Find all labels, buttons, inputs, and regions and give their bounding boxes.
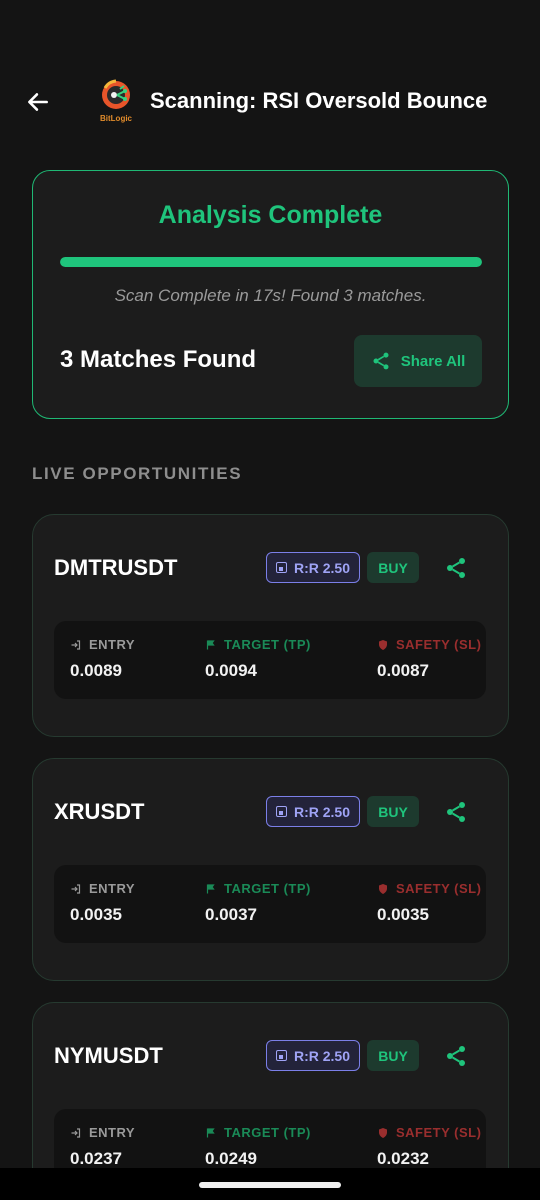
- safety-label: SAFETY (SL): [396, 1125, 482, 1140]
- risk-reward-badge: R:R 2.50: [266, 796, 360, 827]
- price-levels-panel: ENTRY 0.0035 TARGET (TP) 0.0037 SAFETY (…: [54, 865, 486, 943]
- safety-level: SAFETY (SL) 0.0035: [377, 881, 481, 925]
- opportunity-card[interactable]: DMTRUSDT R:R 2.50 BUY ENTRY 0.0089 TARGE…: [32, 514, 509, 737]
- page-title: Scanning: RSI Oversold Bounce: [150, 88, 488, 113]
- logo-text: BitLogic: [100, 114, 132, 123]
- price-levels-panel: ENTRY 0.0089 TARGET (TP) 0.0094 SAFETY (…: [54, 621, 486, 699]
- buy-badge: BUY: [367, 552, 419, 583]
- flag-icon: [206, 883, 215, 893]
- scan-progress-bar: [60, 257, 482, 267]
- scan-result-message: Scan Complete in 17s! Found 3 matches.: [114, 286, 427, 305]
- risk-reward-label: R:R 2.50: [293, 1047, 351, 1064]
- analysis-status-card: Analysis Complete Scan Complete in 17s! …: [32, 170, 509, 419]
- login-icon: [71, 1127, 81, 1138]
- safety-level: SAFETY (SL) 0.0232: [377, 1125, 481, 1169]
- home-indicator[interactable]: [199, 1182, 341, 1188]
- target-level: TARGET (TP) 0.0094: [205, 637, 311, 681]
- target-value: 0.0037: [205, 905, 257, 924]
- target-label: TARGET (TP): [224, 881, 311, 896]
- share-icon: [447, 558, 465, 578]
- target-label: TARGET (TP): [224, 1125, 311, 1140]
- section-heading: LIVE OPPORTUNITIES: [32, 464, 243, 483]
- symbol-name: XRUSDT: [54, 799, 145, 824]
- entry-level: ENTRY 0.0089: [70, 637, 135, 681]
- login-icon: [71, 639, 81, 650]
- risk-reward-label: R:R 2.50: [293, 559, 351, 576]
- safety-value: 0.0087: [377, 661, 429, 680]
- app-screen: BitLogic Scanning: RSI Oversold Bounce A…: [0, 0, 540, 1200]
- status-title: Analysis Complete: [158, 201, 383, 229]
- opportunity-card[interactable]: XRUSDT R:R 2.50 BUY ENTRY 0.0035 TARGET …: [32, 758, 509, 981]
- symbol-name: DMTRUSDT: [54, 555, 178, 580]
- safety-level: SAFETY (SL) 0.0087: [377, 637, 481, 681]
- safety-value: 0.0232: [377, 1149, 429, 1168]
- share-all-label: Share All: [400, 352, 466, 370]
- share-icon: [447, 802, 465, 822]
- buy-badge: BUY: [367, 796, 419, 827]
- matches-count: 3 Matches Found: [60, 346, 257, 373]
- risk-reward-badge: R:R 2.50: [266, 552, 360, 583]
- entry-level: ENTRY 0.0237: [70, 1125, 135, 1169]
- share-all-button[interactable]: Share All: [354, 335, 482, 387]
- target-level: TARGET (TP) 0.0249: [205, 1125, 311, 1169]
- target-value: 0.0249: [205, 1149, 257, 1168]
- login-icon: [71, 883, 81, 894]
- symbol-name: NYMUSDT: [54, 1043, 163, 1068]
- chart-icon: [275, 806, 287, 817]
- entry-label: ENTRY: [89, 1125, 136, 1140]
- flag-icon: [206, 1127, 215, 1137]
- shield-icon: [379, 883, 387, 894]
- entry-value: 0.0237: [70, 1149, 122, 1168]
- chart-icon: [275, 1050, 287, 1061]
- system-navigation-bar: [0, 1168, 540, 1200]
- shield-icon: [379, 639, 387, 650]
- share-button[interactable]: [441, 797, 471, 827]
- target-level: TARGET (TP) 0.0037: [205, 881, 311, 925]
- target-label: TARGET (TP): [224, 637, 311, 652]
- safety-label: SAFETY (SL): [396, 637, 482, 652]
- entry-value: 0.0035: [70, 905, 122, 924]
- risk-reward-label: R:R 2.50: [293, 803, 351, 820]
- share-button[interactable]: [441, 553, 471, 583]
- arrow-left-icon: [28, 93, 48, 111]
- chart-icon: [275, 562, 287, 573]
- share-icon: [447, 1046, 465, 1066]
- entry-label: ENTRY: [89, 881, 136, 896]
- entry-label: ENTRY: [89, 637, 136, 652]
- back-button[interactable]: [20, 84, 56, 120]
- share-button[interactable]: [441, 1041, 471, 1071]
- share-icon: [373, 352, 389, 370]
- bitlogic-logo: BitLogic: [92, 78, 140, 130]
- flag-icon: [206, 639, 215, 649]
- scan-progress-fill: [60, 257, 482, 267]
- safety-value: 0.0035: [377, 905, 429, 924]
- risk-reward-badge: R:R 2.50: [266, 1040, 360, 1071]
- top-app-bar: BitLogic Scanning: RSI Oversold Bounce: [0, 72, 540, 132]
- target-value: 0.0094: [205, 661, 257, 680]
- buy-badge: BUY: [367, 1040, 419, 1071]
- safety-label: SAFETY (SL): [396, 881, 482, 896]
- entry-value: 0.0089: [70, 661, 122, 680]
- entry-level: ENTRY 0.0035: [70, 881, 135, 925]
- shield-icon: [379, 1127, 387, 1138]
